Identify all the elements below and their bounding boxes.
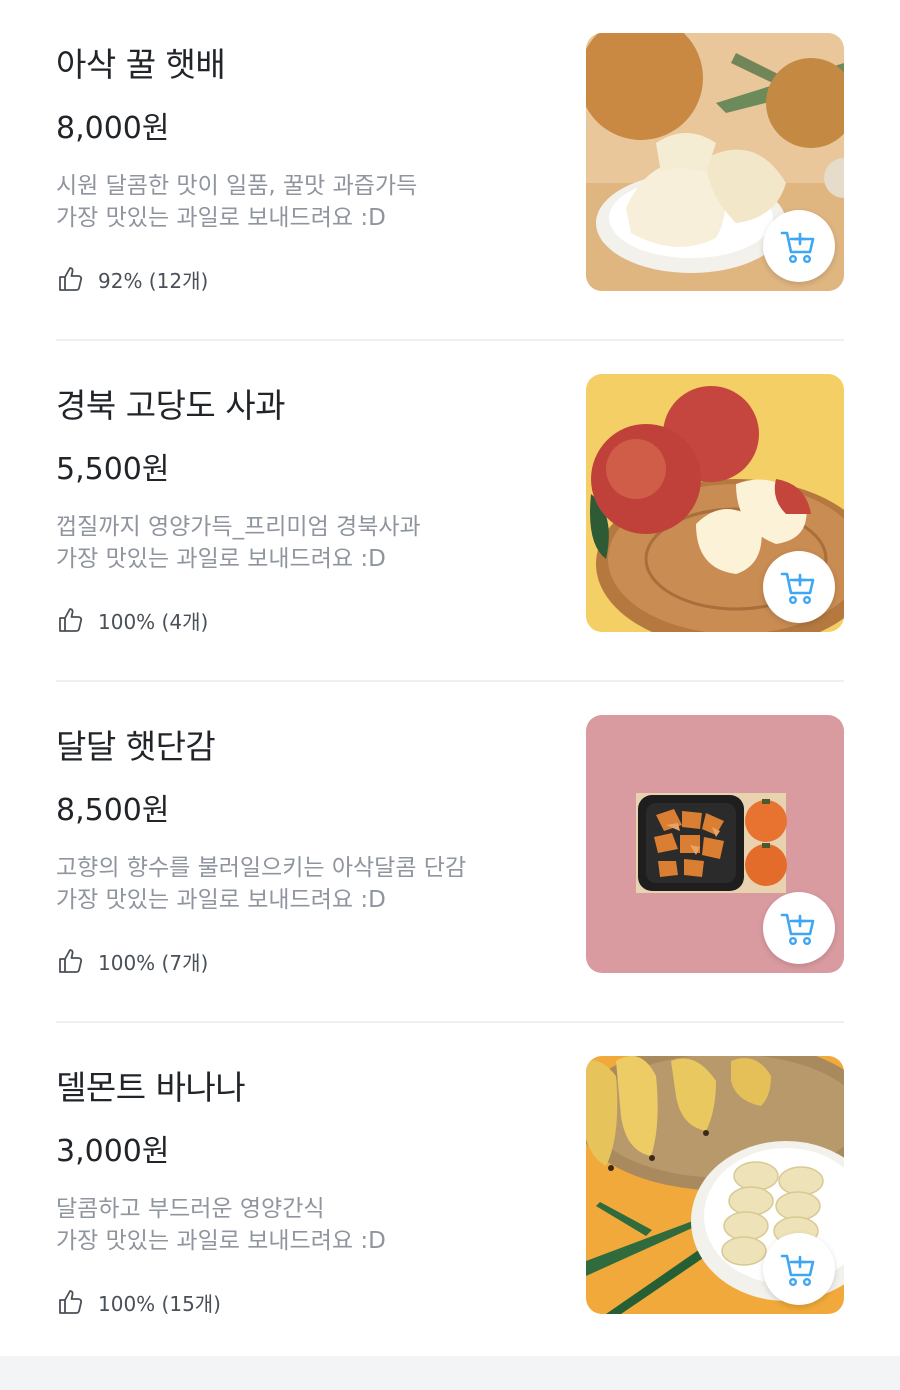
product-description: 시원 달콤한 맛이 일품, 꿀맛 과즙가득 가장 맛있는 과일로 보내드려요 :… — [56, 170, 417, 234]
add-to-cart-button[interactable] — [763, 210, 835, 282]
thumbs-up-icon — [59, 267, 83, 291]
product-name[interactable]: 아삭 꿀 햇배 — [56, 38, 226, 86]
product-item[interactable]: 달달 햇단감 8,500원 고향의 향수를 불러일으키는 아삭달콤 단감 가장 … — [56, 682, 844, 1023]
product-item[interactable]: 경북 고당도 사과 5,500원 껍질까지 영양가득_프리미엄 경북사과 가장 … — [56, 341, 844, 682]
add-to-cart-button[interactable] — [763, 1233, 835, 1305]
description-line: 달콤하고 부드러운 영양간식 — [56, 1196, 325, 1222]
rating-text: 100% (7개) — [98, 950, 209, 975]
bottom-bar — [0, 1356, 900, 1390]
product-price: 5,500원 — [56, 452, 170, 487]
thumbs-up-icon — [59, 608, 83, 632]
add-to-cart-icon — [780, 572, 815, 605]
description-line: 가장 맛있는 과일로 보내드려요 :D — [56, 887, 386, 913]
add-to-cart-icon — [780, 231, 815, 264]
product-price: 8,500원 — [56, 793, 170, 828]
product-description: 고향의 향수를 불러일으키는 아삭달콤 단감 가장 맛있는 과일로 보내드려요 … — [56, 852, 466, 916]
description-line: 가장 맛있는 과일로 보내드려요 :D — [56, 1228, 386, 1254]
product-description: 껍질까지 영양가득_프리미엄 경북사과 가장 맛있는 과일로 보내드려요 :D — [56, 511, 421, 575]
product-name[interactable]: 델몬트 바나나 — [56, 1061, 246, 1109]
add-to-cart-button[interactable] — [763, 551, 835, 623]
thumbs-up-icon — [59, 1290, 83, 1314]
rating: 92% (12개) — [56, 264, 208, 294]
product-name[interactable]: 경북 고당도 사과 — [56, 379, 286, 427]
rating: 100% (4개) — [56, 605, 208, 635]
rating: 100% (15개) — [56, 1287, 221, 1317]
description-line: 시원 달콤한 맛이 일품, 꿀맛 과즙가득 — [56, 173, 418, 199]
description-line: 껍질까지 영양가득_프리미엄 경북사과 — [56, 514, 421, 540]
product-item[interactable]: 아삭 꿀 햇배 8,000원 시원 달콤한 맛이 일품, 꿀맛 과즙가득 가장 … — [56, 0, 844, 341]
product-description: 달콤하고 부드러운 영양간식 가장 맛있는 과일로 보내드려요 :D — [56, 1193, 386, 1257]
thumbs-up-icon — [59, 949, 83, 973]
rating-text: 92% (12개) — [98, 268, 209, 293]
product-item[interactable]: 델몬트 바나나 3,000원 달콤하고 부드러운 영양간식 가장 맛있는 과일로… — [56, 1023, 844, 1364]
add-to-cart-icon — [780, 1254, 815, 1287]
rating: 100% (7개) — [56, 946, 208, 976]
product-price: 8,000원 — [56, 111, 170, 146]
add-to-cart-icon — [780, 913, 815, 946]
rating-text: 100% (4개) — [98, 609, 209, 634]
rating-text: 100% (15개) — [98, 1291, 221, 1316]
description-line: 고향의 향수를 불러일으키는 아삭달콤 단감 — [56, 855, 467, 881]
description-line: 가장 맛있는 과일로 보내드려요 :D — [56, 546, 386, 572]
add-to-cart-button[interactable] — [763, 892, 835, 964]
product-price: 3,000원 — [56, 1134, 170, 1169]
description-line: 가장 맛있는 과일로 보내드려요 :D — [56, 205, 386, 231]
product-list: 아삭 꿀 햇배 8,000원 시원 달콤한 맛이 일품, 꿀맛 과즙가득 가장 … — [56, 0, 844, 1364]
product-name[interactable]: 달달 햇단감 — [56, 720, 216, 768]
